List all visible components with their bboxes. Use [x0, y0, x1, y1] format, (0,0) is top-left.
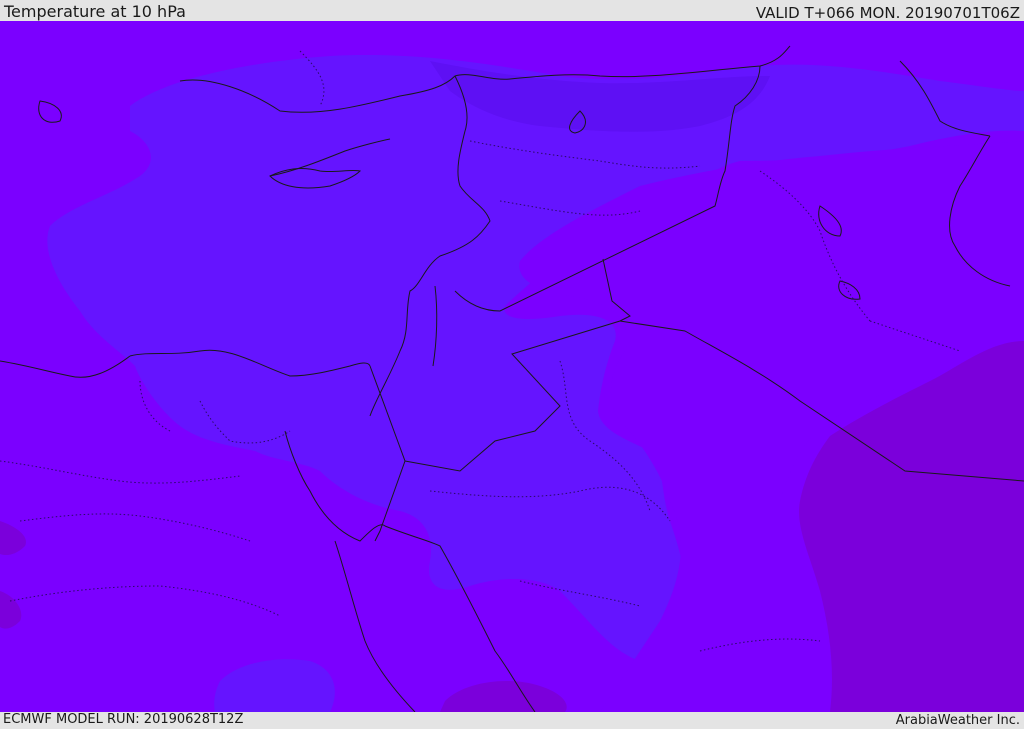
- model-run-label: ECMWF MODEL RUN: 20190628T12Z: [3, 712, 244, 727]
- valid-time-label: VALID T+066 MON. 20190701T06Z: [755, 4, 1020, 22]
- footer-bar: ECMWF MODEL RUN: 20190628T12Z ArabiaWeat…: [0, 712, 1024, 729]
- temperature-map-svg: [0, 21, 1024, 712]
- map-canvas: [0, 21, 1024, 712]
- header-bar: Temperature at 10 hPa VALID T+066 MON. 2…: [0, 0, 1024, 22]
- map-title: Temperature at 10 hPa: [4, 2, 186, 21]
- weather-map-page: Temperature at 10 hPa VALID T+066 MON. 2…: [0, 0, 1024, 729]
- credit-label: ArabiaWeather Inc.: [895, 713, 1020, 728]
